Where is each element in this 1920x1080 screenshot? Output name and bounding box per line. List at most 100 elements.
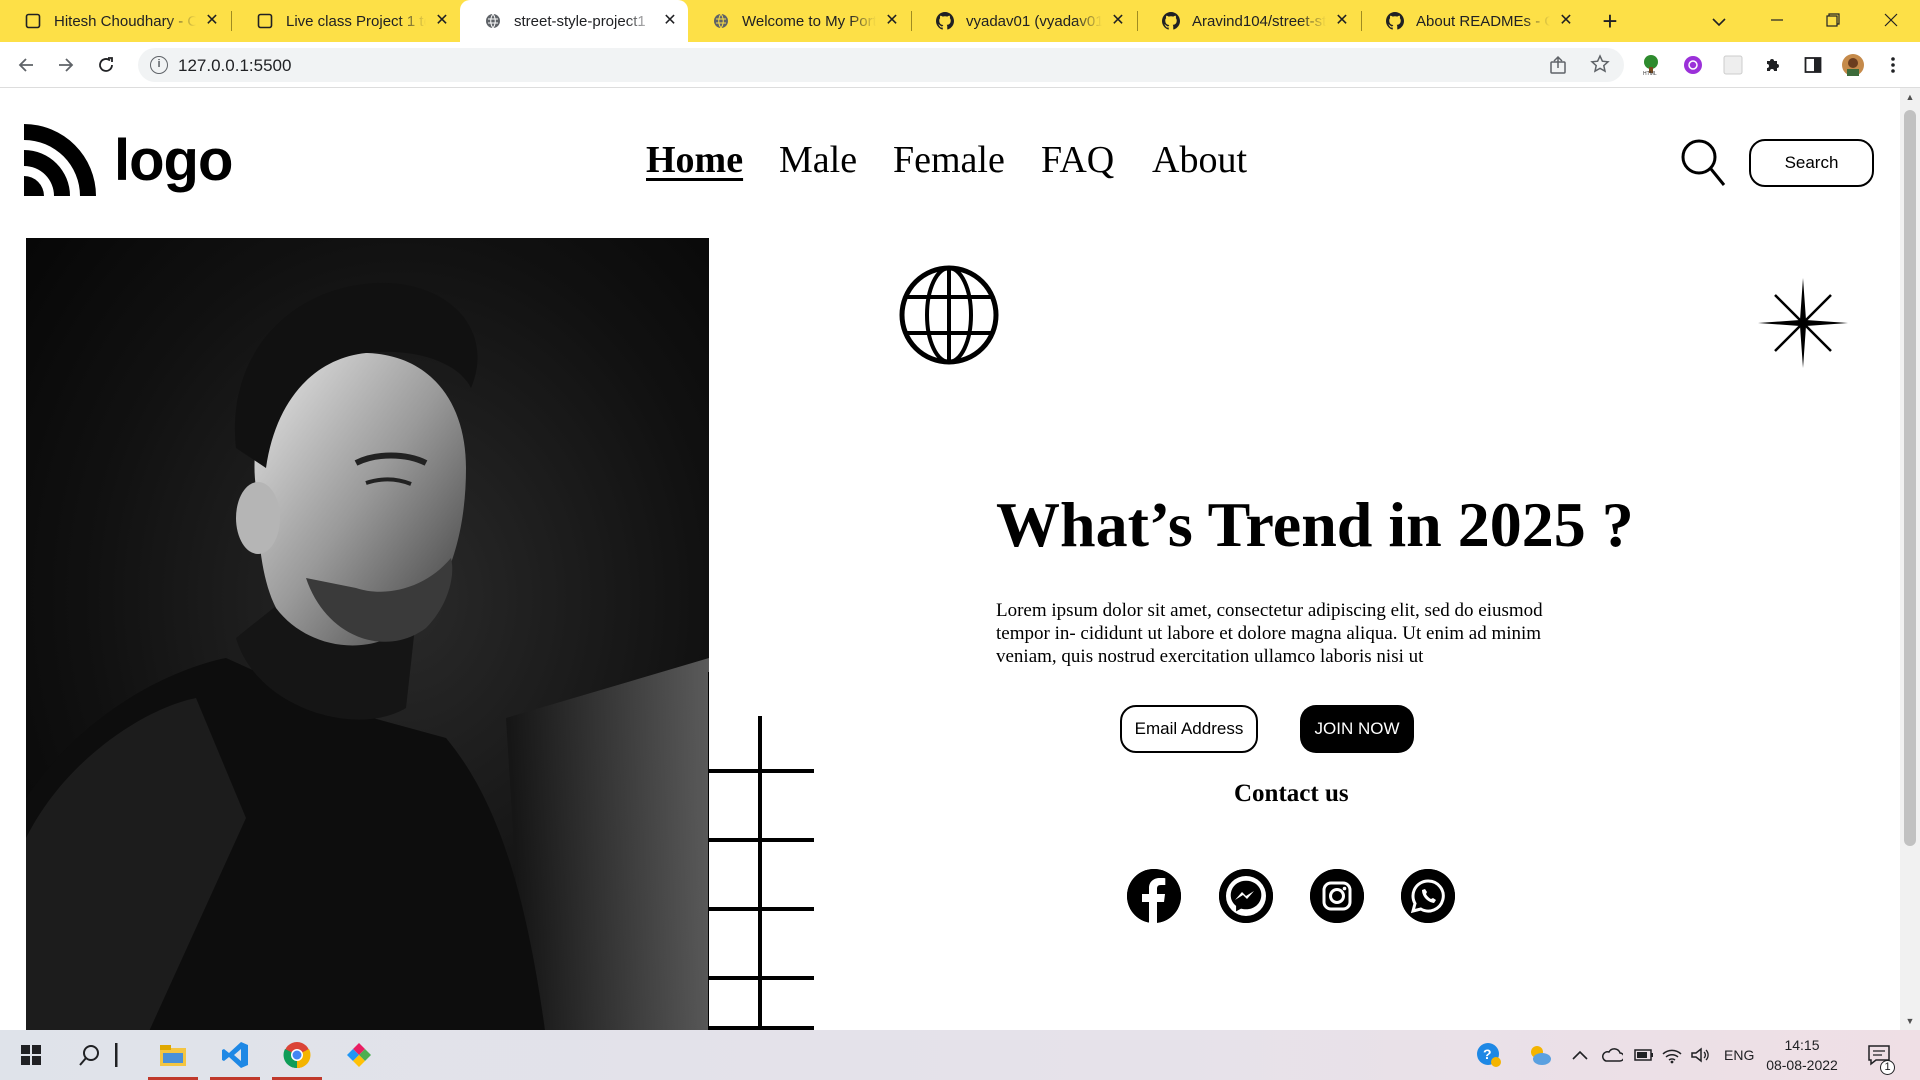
- browser-tab[interactable]: vyadav01 (vyadav01) ✕: [912, 0, 1136, 42]
- close-icon[interactable]: ✕: [1334, 13, 1350, 29]
- file-explorer-icon[interactable]: [148, 1030, 198, 1080]
- browser-tab-strip: Hitesh Choudhary - C ✕ Live class Projec…: [0, 0, 1920, 42]
- back-arrow-icon[interactable]: [12, 51, 40, 79]
- weather-widget-icon[interactable]: [1526, 1030, 1552, 1080]
- url-text: 127.0.0.1:5500: [178, 56, 292, 75]
- facebook-icon[interactable]: [1127, 869, 1181, 923]
- tab-title: Live class Project 1 to: [286, 12, 426, 30]
- battery-icon[interactable]: [1632, 1030, 1654, 1080]
- wifi-icon[interactable]: [1662, 1030, 1682, 1080]
- close-icon[interactable]: ✕: [1110, 13, 1126, 29]
- search-icon[interactable]: [1680, 138, 1726, 193]
- share-icon[interactable]: [1548, 55, 1568, 80]
- globe-icon: [484, 12, 502, 30]
- profile-avatar[interactable]: [1840, 52, 1866, 78]
- close-icon[interactable]: ✕: [204, 13, 220, 29]
- tab-title: Hitesh Choudhary - C: [54, 12, 196, 30]
- vscode-icon[interactable]: [210, 1030, 260, 1080]
- messenger-icon[interactable]: [1219, 869, 1273, 923]
- tab-title: vyadav01 (vyadav01): [966, 12, 1102, 30]
- minimize-icon[interactable]: [1762, 6, 1792, 36]
- close-icon[interactable]: ✕: [1558, 13, 1574, 29]
- extension-tree-icon[interactable]: HTML: [1638, 52, 1664, 78]
- tab-title: Welcome to My Portfo: [742, 12, 876, 30]
- web-page: logo Home Male Female FAQ About Search W…: [0, 88, 1900, 1030]
- github-icon: [1386, 12, 1404, 30]
- nav-female[interactable]: Female: [893, 138, 1005, 182]
- search-button[interactable]: Search: [1749, 139, 1874, 187]
- notification-count-badge: 1: [1880, 1060, 1895, 1075]
- logo-mark-icon: [24, 124, 96, 196]
- email-address-button[interactable]: Email Address: [1120, 705, 1258, 753]
- browser-tab[interactable]: About READMEs - Git ✕: [1362, 0, 1584, 42]
- globe-icon: [712, 12, 730, 30]
- extensions-puzzle-icon[interactable]: [1760, 52, 1786, 78]
- bookmark-star-icon[interactable]: [1590, 54, 1610, 79]
- site-logo[interactable]: logo: [24, 124, 233, 196]
- close-icon[interactable]: ✕: [662, 13, 678, 29]
- close-icon[interactable]: ✕: [434, 13, 450, 29]
- tab-search-chevron-icon[interactable]: [1704, 6, 1734, 36]
- tab-title: About READMEs - Git: [1416, 12, 1550, 30]
- page-icon: [256, 12, 274, 30]
- browser-toolbar: i 127.0.0.1:5500 HTML: [0, 42, 1920, 88]
- extension-purple-icon[interactable]: [1680, 52, 1706, 78]
- nav-home[interactable]: Home: [646, 138, 743, 182]
- kebab-menu-icon[interactable]: [1880, 52, 1906, 78]
- page-icon: [24, 12, 42, 30]
- browser-tab[interactable]: Aravind104/street-sty ✕: [1138, 0, 1360, 42]
- join-now-button[interactable]: JOIN NOW: [1300, 705, 1414, 753]
- chrome-icon[interactable]: [272, 1030, 322, 1080]
- page-scrollbar[interactable]: ▲ ▼: [1900, 88, 1920, 1030]
- site-info-icon[interactable]: i: [150, 56, 168, 74]
- hero-paragraph: Lorem ipsum dolor sit amet, consectetur …: [996, 600, 1543, 667]
- svg-text:HTML: HTML: [1643, 71, 1657, 76]
- nav-male[interactable]: Male: [779, 138, 857, 182]
- browser-tab-active[interactable]: street-style-project1 ✕: [460, 0, 688, 42]
- tab-title: street-style-project1: [514, 12, 646, 30]
- notification-center-icon[interactable]: 1: [1866, 1030, 1895, 1080]
- instagram-icon[interactable]: [1310, 869, 1364, 923]
- pinned-app-icon[interactable]: [334, 1030, 384, 1080]
- onedrive-cloud-icon[interactable]: [1601, 1030, 1623, 1080]
- side-panel-icon[interactable]: [1800, 52, 1826, 78]
- volume-icon[interactable]: [1690, 1030, 1710, 1080]
- close-window-icon[interactable]: [1876, 6, 1906, 36]
- forward-arrow-icon[interactable]: [52, 51, 80, 79]
- whatsapp-icon[interactable]: [1401, 869, 1455, 923]
- browser-tab[interactable]: Welcome to My Portfo ✕: [688, 0, 910, 42]
- contact-us-heading: Contact us: [1234, 780, 1349, 807]
- address-bar[interactable]: i 127.0.0.1:5500: [138, 48, 1624, 82]
- grid-lines-decoration: [707, 628, 818, 1030]
- nav-about[interactable]: About: [1152, 138, 1247, 182]
- globe-icon: [898, 264, 1000, 371]
- help-icon[interactable]: ?: [1476, 1030, 1502, 1080]
- task-view-icon[interactable]: [104, 1030, 130, 1080]
- scroll-down-arrow-icon[interactable]: ▼: [1900, 1012, 1920, 1030]
- github-icon: [936, 12, 954, 30]
- tab-title: Aravind104/street-sty: [1192, 12, 1326, 30]
- reload-icon[interactable]: [92, 51, 120, 79]
- system-clock[interactable]: 14:15 08-08-2022: [1760, 1035, 1844, 1075]
- sparkle-star-icon: [1758, 278, 1848, 373]
- new-tab-plus-icon[interactable]: +: [1596, 8, 1624, 36]
- close-icon[interactable]: ✕: [884, 13, 900, 29]
- logo-text: logo: [114, 127, 233, 193]
- windows-taskbar: ? ENG 14:15 08-08-2022 1: [0, 1030, 1920, 1080]
- github-icon: [1162, 12, 1180, 30]
- restore-icon[interactable]: [1818, 6, 1848, 36]
- browser-tab[interactable]: Live class Project 1 to ✕: [232, 0, 460, 42]
- scroll-up-arrow-icon[interactable]: ▲: [1900, 88, 1920, 106]
- svg-text:?: ?: [1483, 1046, 1492, 1062]
- hero-headline: What’s Trend in 2025 ?: [996, 489, 1634, 560]
- clock-date: 08-08-2022: [1766, 1057, 1838, 1073]
- language-indicator[interactable]: ENG: [1724, 1030, 1754, 1080]
- hero-photo: [26, 238, 709, 1030]
- clock-time: 14:15: [1784, 1037, 1820, 1053]
- show-hidden-icons-chevron-icon[interactable]: [1572, 1030, 1588, 1080]
- extension-blank-icon[interactable]: [1720, 52, 1746, 78]
- nav-faq[interactable]: FAQ: [1041, 138, 1114, 182]
- scrollbar-thumb[interactable]: [1904, 110, 1916, 846]
- windows-start-icon[interactable]: [6, 1030, 56, 1080]
- browser-tab[interactable]: Hitesh Choudhary - C ✕: [0, 0, 230, 42]
